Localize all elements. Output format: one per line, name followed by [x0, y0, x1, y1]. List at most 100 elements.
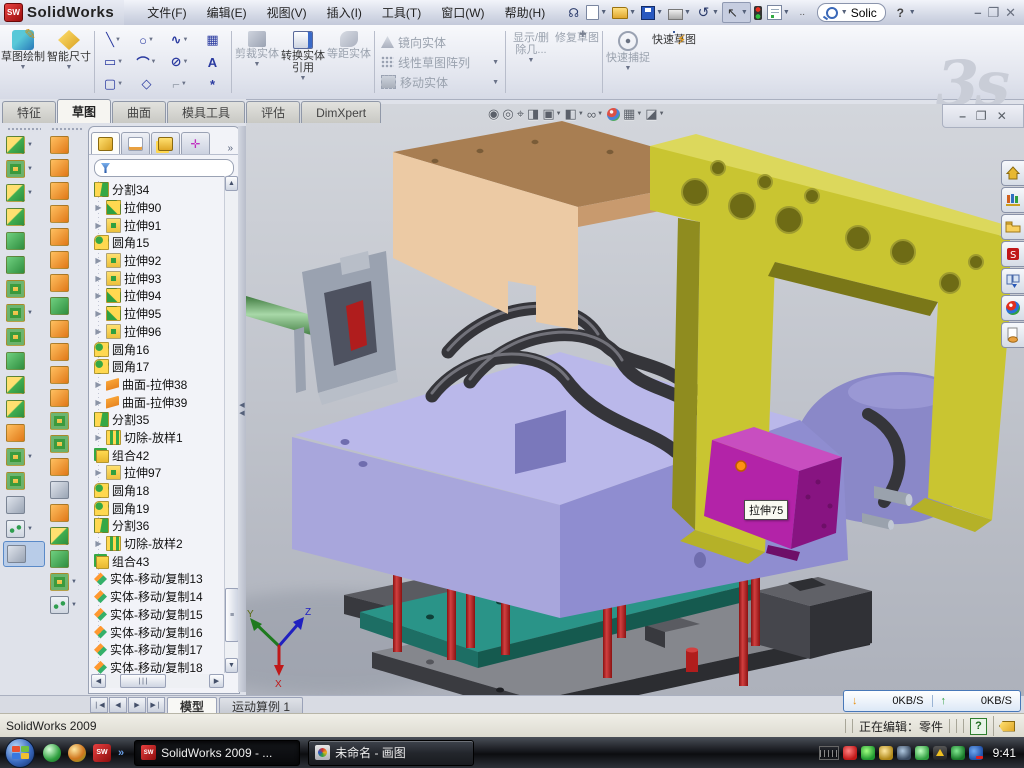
hud-tool[interactable]: ◎ ▼ — [502, 106, 513, 122]
scroll-thumb[interactable]: ≡ — [225, 588, 239, 642]
save-icon[interactable]: ▼ — [639, 4, 665, 22]
dimxpertmanager-tab[interactable]: ✛ — [181, 132, 210, 154]
toolbar-button[interactable]: ▼ — [3, 277, 45, 301]
display-delete-relations-button[interactable]: 显示/删除几... ▼ — [508, 25, 554, 99]
toolbar-button[interactable]: ▼ — [3, 421, 45, 445]
sketch-entity-button[interactable]: ▢ ▼ — [97, 73, 130, 95]
feature-tree-row[interactable]: ▶ 实体-移动/复制15 — [92, 606, 239, 624]
hud-tool[interactable]: ◧ ▼ — [565, 106, 584, 122]
doc-close-button[interactable]: ✕ — [997, 109, 1007, 123]
part-red-cylinder[interactable] — [686, 648, 698, 673]
expand-caret-icon[interactable]: ▶ — [94, 274, 103, 283]
feature-label[interactable]: 圆角17 — [112, 358, 149, 375]
feature-label[interactable]: 圆角19 — [112, 500, 149, 517]
trim-entities-button[interactable]: 剪裁实体 ▼ — [234, 25, 280, 99]
tab-nav-button[interactable]: ❘◀ — [90, 697, 108, 713]
command-tab[interactable]: 草图 — [57, 99, 111, 123]
security-alert-tray-icon[interactable] — [843, 746, 857, 760]
tree-horizontal-scrollbar[interactable]: ◀ ∣∣∣ ▶ — [91, 674, 224, 688]
scroll-thumb[interactable]: ∣∣∣ — [120, 674, 166, 688]
feature-tree-row[interactable]: ▶ 拉伸95 — [92, 305, 239, 323]
feature-label[interactable]: 切除-放样2 — [124, 535, 183, 552]
feature-label[interactable]: 实体-移动/复制16 — [110, 624, 203, 641]
tab-nav-button[interactable]: ▶ — [128, 697, 146, 713]
feature-label[interactable]: 拉伸90 — [124, 199, 161, 216]
tab-nav-button[interactable]: ▶❘ — [147, 697, 165, 713]
feature-label[interactable]: 拉伸94 — [124, 287, 161, 304]
expand-caret-icon[interactable]: ▶ — [94, 291, 103, 300]
view-palette-icon[interactable] — [1001, 268, 1024, 294]
antivirus-tray-icon[interactable] — [861, 746, 875, 760]
feature-tree-row[interactable]: ▶ 拉伸96 — [92, 323, 239, 341]
toolbar-button[interactable]: ▼ — [3, 133, 45, 157]
open-file-icon[interactable]: ▼ — [610, 5, 638, 21]
appearances-icon[interactable] — [1001, 295, 1024, 321]
offset-entities-button[interactable]: 等距实体 — [326, 25, 372, 99]
feature-label[interactable]: 分割35 — [112, 411, 149, 428]
feature-label[interactable]: 拉伸92 — [124, 252, 161, 269]
command-tab[interactable]: 特征 — [2, 101, 56, 123]
feature-tree-row[interactable]: ▶ 组合43 — [92, 552, 239, 570]
feature-tree-row[interactable]: ▶ 曲面-拉伸39 — [92, 393, 239, 411]
network-warning-tray-icon[interactable] — [933, 746, 947, 760]
feature-tree-row[interactable]: ▶ 切除-放样1 — [92, 429, 239, 447]
feature-tree-row[interactable]: ▶ 曲面-拉伸38 — [92, 376, 239, 394]
options-icon[interactable]: ▼ — [765, 3, 792, 22]
sketch-button[interactable]: 草图绘制 ▼ — [0, 25, 46, 99]
expand-caret-icon[interactable]: ▶ — [94, 380, 103, 389]
toolbar-button[interactable]: ▼ — [47, 386, 87, 409]
sketch-entity-button[interactable]: ○ ▼ — [130, 29, 163, 51]
hud-tool[interactable]: ◉ ▼ — [488, 106, 499, 122]
volume-tray-icon[interactable] — [897, 746, 911, 760]
toolbar-button[interactable]: ▼ — [47, 478, 87, 501]
custom-properties-icon[interactable] — [1001, 322, 1024, 348]
toolbar-button[interactable]: ▼ — [47, 340, 87, 363]
feature-label[interactable]: 实体-移动/复制13 — [110, 570, 203, 587]
toolbar-grip[interactable] — [7, 127, 41, 132]
feature-label[interactable]: 组合43 — [112, 553, 149, 570]
feature-label[interactable]: 实体-移动/复制15 — [110, 606, 203, 623]
toolbar-button[interactable]: ▼ — [47, 501, 87, 524]
feature-label[interactable]: 分割36 — [112, 517, 149, 534]
feature-tree-row[interactable]: ▶ 实体-移动/复制14 — [92, 588, 239, 606]
scroll-right-button[interactable]: ▶ — [209, 674, 224, 688]
toolbar-button[interactable]: ▼ — [3, 229, 45, 253]
rapid-sketch-button[interactable]: 快速草图 — [651, 25, 697, 99]
toolbar-button[interactable]: ▼ — [47, 547, 87, 570]
network-speed-widget[interactable]: ↓ 0KB/S ↑ 0KB/S — [843, 690, 1021, 712]
expand-caret-icon[interactable]: ▶ — [94, 468, 103, 477]
protection-tray-icon[interactable] — [951, 746, 965, 760]
expand-caret-icon[interactable]: ▶ — [94, 539, 103, 548]
expand-caret-icon[interactable]: ▶ — [94, 433, 103, 442]
toolbar-button[interactable]: ▼ — [47, 570, 87, 593]
tree-vertical-scrollbar[interactable]: ▲ ≡ ▼ — [224, 176, 238, 673]
sketch-entity-button[interactable]: ◇ ▼ — [130, 73, 163, 95]
status-help-icon[interactable]: ? — [970, 718, 987, 735]
toolbar-button[interactable]: ▼ — [3, 373, 45, 397]
graphics-viewport[interactable]: Y Z X — [246, 104, 1024, 695]
feature-label[interactable]: 切除-放样1 — [124, 429, 183, 446]
feature-tree-row[interactable]: ▶ 拉伸97 — [92, 464, 239, 482]
toolbar-button[interactable]: ▼ — [47, 179, 87, 202]
expand-caret-icon[interactable]: ▶ — [94, 398, 103, 407]
feature-tree-row[interactable]: ▶ 拉伸91 — [92, 216, 239, 234]
feature-tree-row[interactable]: ▶ 圆角15 — [92, 234, 239, 252]
feature-label[interactable]: 拉伸91 — [124, 217, 161, 234]
feature-label[interactable]: 圆角18 — [112, 482, 149, 499]
feature-label[interactable]: 圆角16 — [112, 341, 149, 358]
menu-item[interactable]: 文件(F) — [138, 1, 195, 24]
feature-tree-row[interactable]: ▶ 分割35 — [92, 411, 239, 429]
tag-cell[interactable] — [993, 716, 1020, 736]
toolbar-button[interactable]: ▼ — [3, 253, 45, 277]
smart-dimension-button[interactable]: 智能尺寸 ▼ — [46, 25, 92, 99]
restore-button[interactable]: ❐ — [987, 5, 999, 21]
sketch-entity-button[interactable]: ⊘ ▼ — [163, 51, 196, 73]
configurationmanager-tab[interactable] — [151, 132, 180, 154]
toolbar-button[interactable]: ▼ — [47, 524, 87, 547]
feature-label[interactable]: 组合42 — [112, 447, 149, 464]
design-library-icon[interactable] — [1001, 187, 1024, 213]
toolbar-button[interactable]: ▼ — [47, 317, 87, 340]
pin-icon[interactable]: ☊ — [564, 3, 583, 22]
hud-tool[interactable]: ▣ ▼ — [542, 106, 561, 122]
toolbar-button[interactable]: ▼ — [3, 469, 45, 493]
